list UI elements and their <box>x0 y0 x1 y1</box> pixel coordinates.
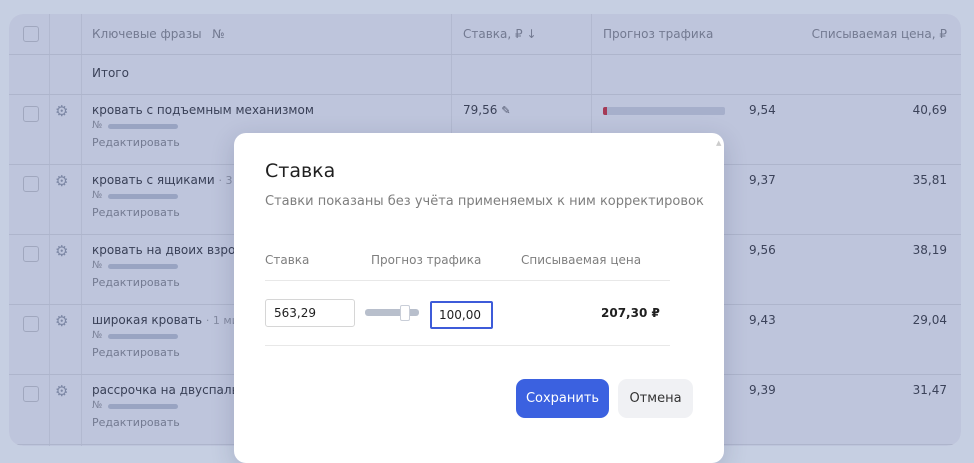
save-button[interactable]: Сохранить <box>516 379 609 418</box>
traffic-slider-track[interactable] <box>365 309 419 316</box>
modal-column-bid: Ставка <box>265 253 310 267</box>
charged-price: 207,30 ₽ <box>601 306 660 320</box>
divider <box>265 345 670 346</box>
divider <box>265 280 670 281</box>
traffic-percent-input[interactable] <box>430 301 493 329</box>
modal-title: Ставка <box>265 160 336 182</box>
modal-column-traffic: Прогноз трафика <box>371 253 482 267</box>
modal-subtitle: Ставки показаны без учёта применяемых к … <box>265 194 704 209</box>
scrollbar-arrow[interactable]: ▲ <box>716 139 721 147</box>
traffic-slider-handle[interactable] <box>400 305 410 321</box>
traffic-slider[interactable] <box>365 305 419 321</box>
modal-column-charged-price: Списываемая цена <box>521 253 642 267</box>
bid-input[interactable] <box>265 299 355 327</box>
bid-modal: ▲ Ставка Ставки показаны без учёта приме… <box>234 133 724 463</box>
cancel-button[interactable]: Отмена <box>618 379 693 418</box>
